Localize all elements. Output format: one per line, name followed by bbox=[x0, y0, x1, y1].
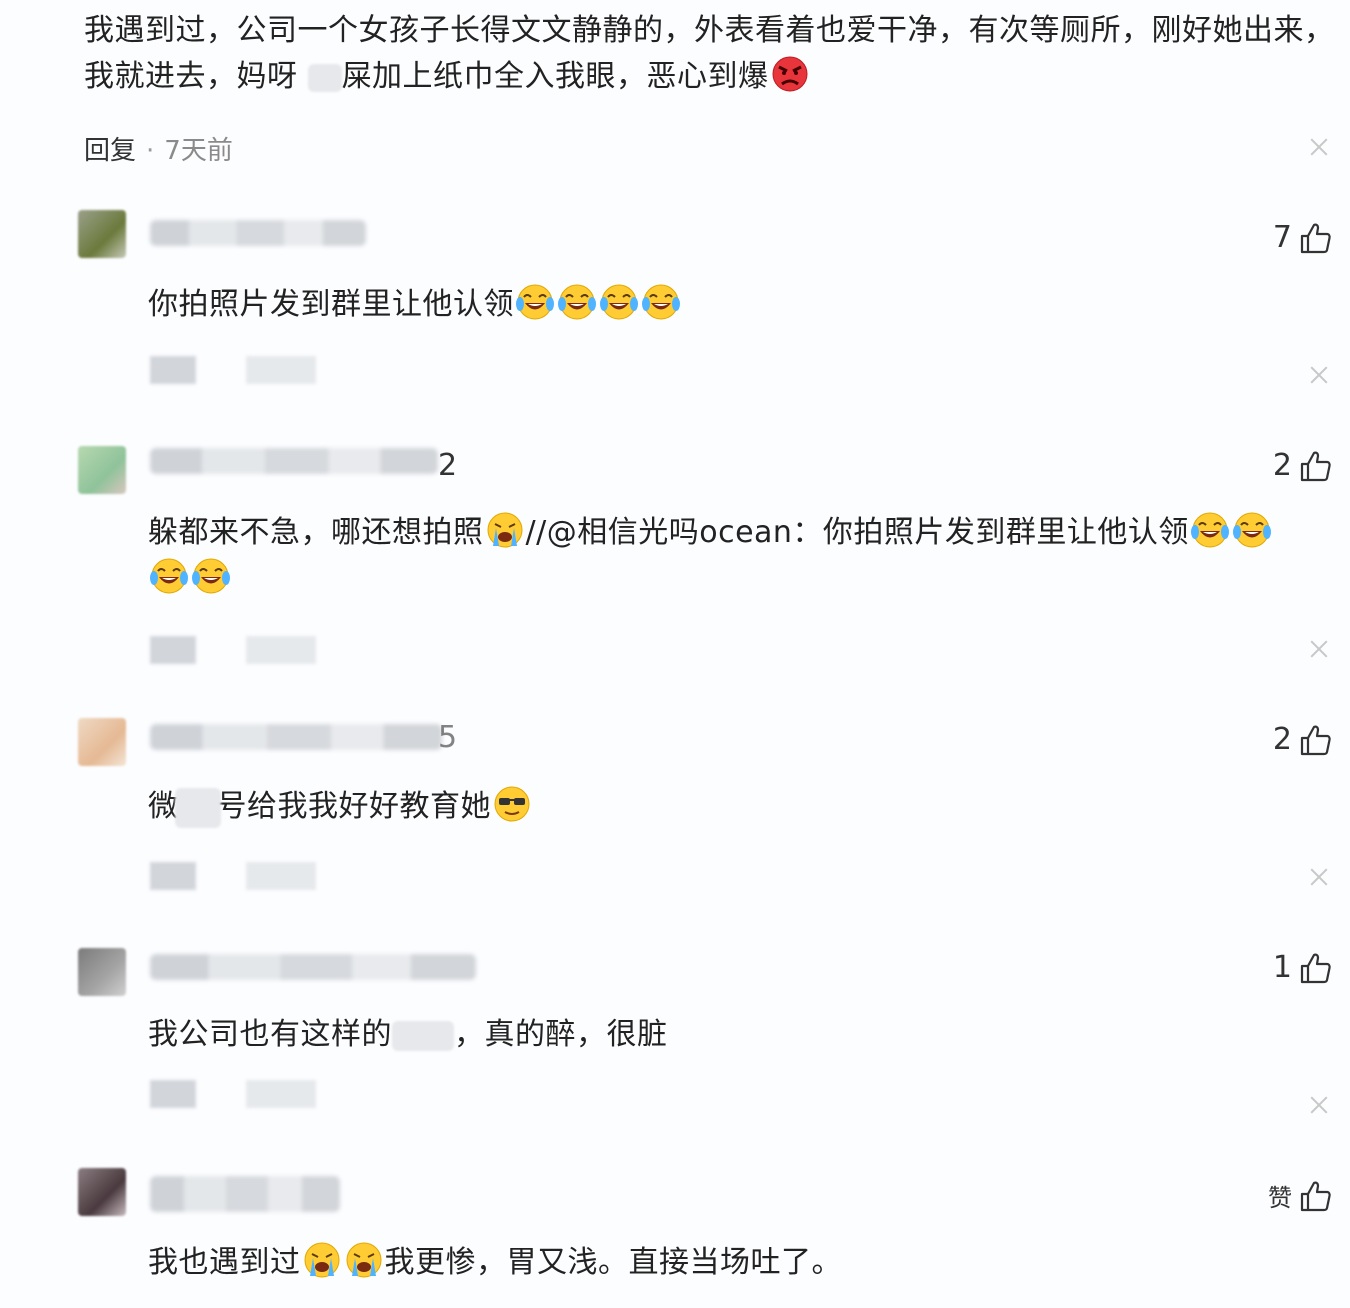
close-icon[interactable] bbox=[1310, 868, 1328, 886]
reply-meta-blurred bbox=[150, 630, 320, 666]
reply-text: 我公司也有这样的 ，真的醉，很脏 bbox=[148, 1012, 1328, 1058]
avatar[interactable] bbox=[78, 446, 126, 494]
reply-text-before: 我公司也有这样的 bbox=[148, 1017, 392, 1052]
thumbs-up-icon bbox=[1298, 221, 1332, 255]
main-comment-meta: 回复 · 7天前 bbox=[84, 130, 233, 167]
thumbs-up-icon bbox=[1298, 951, 1332, 985]
angry-face-icon bbox=[770, 54, 810, 94]
like-button[interactable]: 2 bbox=[1273, 722, 1332, 757]
username-blurred[interactable] bbox=[150, 220, 366, 246]
username-blurred[interactable] bbox=[150, 724, 442, 750]
like-button[interactable]: 赞 bbox=[1268, 1178, 1332, 1213]
close-icon[interactable] bbox=[1310, 366, 1328, 384]
close-icon[interactable] bbox=[1310, 138, 1328, 156]
reply-text: 微 号给我我好好教育她 bbox=[148, 784, 1328, 830]
crying-icon bbox=[485, 510, 525, 550]
like-label: 赞 bbox=[1268, 1184, 1292, 1212]
censored-mosaic bbox=[307, 63, 342, 92]
reply-meta-blurred bbox=[150, 350, 320, 386]
laugh-cry-icon bbox=[1232, 510, 1272, 550]
username-blurred[interactable] bbox=[150, 954, 476, 980]
reply-text-before: 我也遇到过 bbox=[148, 1245, 301, 1280]
crying-icon bbox=[344, 1240, 384, 1280]
laugh-cry-icon bbox=[599, 282, 639, 322]
close-icon[interactable] bbox=[1310, 1096, 1328, 1114]
reply-text-after: 号给我我好好教育她 bbox=[216, 789, 491, 824]
censored-mosaic bbox=[392, 1020, 454, 1051]
reply-meta-blurred bbox=[150, 856, 320, 892]
username-blurred[interactable] bbox=[150, 448, 438, 474]
reply-text-content: 你拍照片发到群里让他认领 bbox=[148, 287, 514, 322]
like-button[interactable]: 2 bbox=[1273, 448, 1332, 483]
like-count: 2 bbox=[1272, 448, 1292, 483]
laugh-cry-icon bbox=[149, 556, 189, 596]
avatar[interactable] bbox=[78, 948, 126, 996]
reply-meta-blurred bbox=[150, 1074, 320, 1110]
close-icon[interactable] bbox=[1310, 640, 1328, 658]
reply-text-content: 躲都来不急，哪还想拍照 bbox=[148, 515, 484, 550]
like-count: 2 bbox=[1272, 722, 1292, 757]
laugh-cry-icon bbox=[1190, 510, 1230, 550]
like-button[interactable]: 7 bbox=[1273, 220, 1332, 255]
reply-text: 你拍照片发到群里让他认领 bbox=[148, 282, 1328, 328]
comment-time: 7天前 bbox=[164, 136, 233, 166]
thumbs-up-icon bbox=[1298, 723, 1332, 757]
reply-text-after: 我更惨，胃又浅。直接当场吐了。 bbox=[384, 1245, 842, 1280]
reply-text: 我也遇到过 我更惨，胃又浅。直接当场吐了。 bbox=[148, 1240, 1328, 1286]
reply-button[interactable]: 回复 bbox=[84, 136, 136, 166]
laugh-cry-icon bbox=[641, 282, 681, 322]
username-blurred[interactable] bbox=[150, 1176, 340, 1212]
username-suffix: 2 bbox=[438, 448, 458, 483]
main-comment-text-part2: 屎加上纸巾全入我眼，恶心到爆 bbox=[341, 59, 769, 94]
meta-separator: · bbox=[146, 136, 155, 166]
laugh-cry-icon bbox=[515, 282, 555, 322]
reply-text: 躲都来不急，哪还想拍照 //@相信光吗ocean：你拍照片发到群里让他认领 bbox=[148, 510, 1328, 602]
thumbs-up-icon bbox=[1298, 449, 1332, 483]
avatar[interactable] bbox=[78, 718, 126, 766]
reply-quote: //@相信光吗ocean：你拍照片发到群里让他认领 bbox=[525, 515, 1189, 550]
crying-icon bbox=[302, 1240, 342, 1280]
reply-text-before: 微 bbox=[148, 789, 179, 824]
like-button[interactable]: 1 bbox=[1273, 950, 1332, 985]
cool-face-icon bbox=[492, 784, 532, 824]
like-count: 7 bbox=[1272, 220, 1292, 255]
main-comment-text: 我遇到过，公司一个女孩子长得文文静静的，外表看着也爱干净，有次等厕所，刚好她出来… bbox=[84, 8, 1340, 100]
avatar[interactable] bbox=[78, 210, 126, 258]
laugh-cry-icon bbox=[191, 556, 231, 596]
avatar[interactable] bbox=[78, 1168, 126, 1216]
like-count: 1 bbox=[1272, 950, 1292, 985]
thumbs-up-icon bbox=[1298, 1179, 1332, 1213]
censored-mosaic bbox=[174, 787, 221, 828]
main-comment: 我遇到过，公司一个女孩子长得文文静静的，外表看着也爱干净，有次等厕所，刚好她出来… bbox=[84, 8, 1340, 100]
reply-text-after: ，真的醉，很脏 bbox=[454, 1017, 668, 1052]
username-suffix: 5 bbox=[438, 720, 458, 755]
laugh-cry-icon bbox=[557, 282, 597, 322]
